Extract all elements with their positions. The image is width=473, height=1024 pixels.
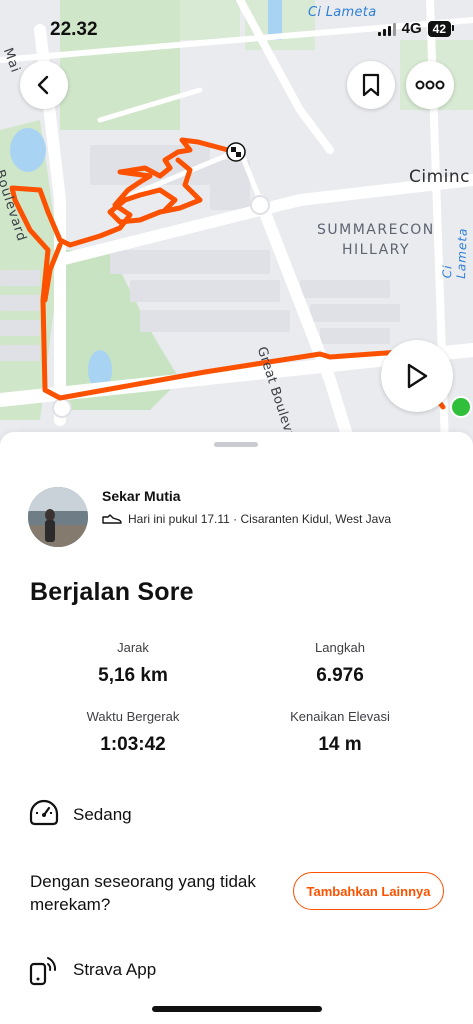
with-others-prompt: Dengan seseorang yang tidak merekam?	[30, 872, 256, 914]
more-horizontal-icon	[415, 80, 445, 90]
avatar-photo	[28, 487, 88, 547]
athlete-name[interactable]: Sekar Mutia	[102, 488, 181, 504]
map-label-cilameta-top: Ci Lameta	[308, 5, 377, 20]
stat-value: 14 m	[318, 734, 362, 755]
more-options-button[interactable]	[406, 61, 454, 109]
bookmark-icon	[362, 73, 380, 97]
stat-value: 6.976	[316, 665, 364, 686]
map-label-summarecon: SUMMARECON	[317, 222, 435, 238]
stat-label: Waktu Bergerak	[86, 709, 180, 724]
activity-title: Berjalan Sore	[30, 578, 194, 606]
speedometer-icon	[29, 799, 59, 826]
stat-value: 1:03:42	[100, 734, 166, 755]
add-others-button[interactable]: Tambahkan Lainnya	[293, 872, 444, 910]
status-time: 22.32	[50, 19, 98, 40]
activity-sheet: Sekar Mutia Hari ini pukul 17.11 · Cisar…	[0, 432, 473, 1024]
activity-meta-text: Hari ini pukul 17.11 · Cisaranten Kidul,…	[128, 512, 392, 526]
back-button[interactable]	[20, 61, 68, 109]
bookmark-button[interactable]	[347, 61, 395, 109]
map-label-cilameta-right: Ci Lameta	[440, 227, 470, 279]
map-label-hillary: HILLARY	[342, 242, 411, 258]
map-label-ciminc: Ciminc	[409, 167, 470, 187]
stat-distance: Jarak 5,16 km	[33, 640, 233, 687]
finish-flag-icon	[226, 142, 246, 162]
shoe-icon	[102, 514, 122, 524]
stat-elevation: Kenaikan Elevasi 14 m	[240, 709, 440, 756]
play-flyover-button[interactable]	[381, 340, 453, 412]
sheet-drag-handle[interactable]	[214, 442, 258, 447]
chevron-left-icon	[37, 75, 49, 95]
status-indicators: 4G 42	[377, 20, 455, 37]
effort-label[interactable]: Sedang	[73, 805, 132, 825]
home-indicator[interactable]	[152, 1006, 322, 1012]
stat-label: Langkah	[315, 640, 365, 655]
stat-label: Jarak	[117, 640, 149, 655]
start-marker-icon	[450, 396, 472, 418]
stat-label: Kenaikan Elevasi	[290, 709, 390, 724]
device-sync-icon	[29, 957, 57, 986]
play-icon	[407, 363, 428, 389]
athlete-avatar[interactable]	[28, 487, 88, 547]
device-label: Strava App	[73, 960, 157, 979]
stat-moving-time: Waktu Bergerak 1:03:42	[33, 709, 233, 756]
stat-steps: Langkah 6.976	[240, 640, 440, 687]
battery-icon: 42	[427, 20, 455, 37]
network-type: 4G	[401, 20, 422, 37]
stat-value: 5,16 km	[98, 665, 168, 686]
cellular-signal-icon	[377, 22, 396, 36]
activity-meta: Hari ini pukul 17.11 · Cisaranten Kidul,…	[102, 512, 391, 526]
